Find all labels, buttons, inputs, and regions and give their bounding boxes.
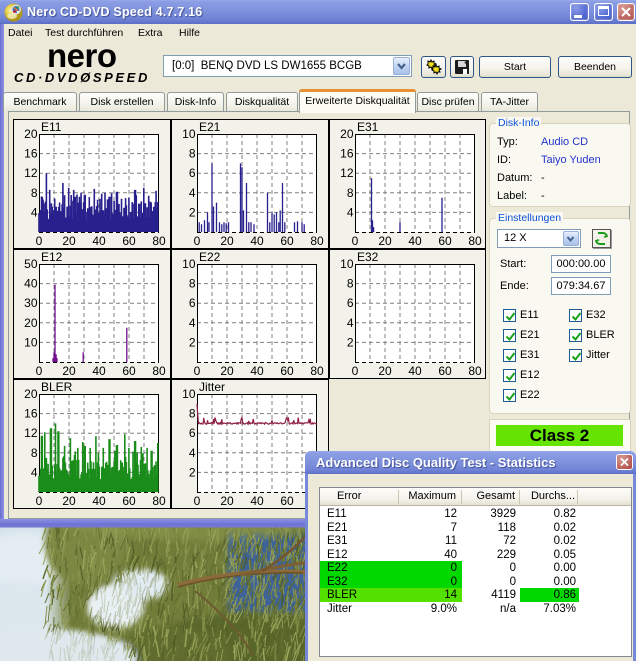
- svg-text:20: 20: [62, 494, 76, 508]
- svg-text:6: 6: [189, 296, 196, 310]
- svg-text:60: 60: [122, 234, 136, 248]
- svg-text:20: 20: [340, 127, 354, 141]
- svg-text:16: 16: [24, 407, 38, 421]
- svg-text:80: 80: [152, 494, 166, 508]
- svg-text:0: 0: [352, 234, 359, 248]
- svg-text:40: 40: [408, 234, 422, 248]
- svg-text:0: 0: [36, 494, 43, 508]
- svg-text:0: 0: [36, 234, 43, 248]
- svg-text:2: 2: [347, 335, 354, 349]
- svg-text:40: 40: [408, 364, 422, 378]
- svg-text:40: 40: [250, 364, 264, 378]
- svg-text:BLER: BLER: [41, 380, 73, 394]
- svg-text:60: 60: [122, 364, 136, 378]
- svg-text:6: 6: [189, 426, 196, 440]
- svg-text:4: 4: [31, 205, 38, 219]
- svg-text:E11: E11: [41, 120, 62, 134]
- svg-text:E21: E21: [199, 120, 221, 134]
- svg-text:12: 12: [24, 166, 38, 180]
- svg-text:20: 20: [24, 316, 38, 330]
- svg-text:Jitter: Jitter: [199, 380, 225, 394]
- svg-text:20: 20: [220, 494, 234, 508]
- svg-text:12: 12: [340, 166, 354, 180]
- svg-text:60: 60: [438, 234, 452, 248]
- svg-text:20: 20: [24, 127, 38, 141]
- svg-text:40: 40: [250, 234, 264, 248]
- svg-text:10: 10: [24, 335, 38, 349]
- svg-text:80: 80: [310, 234, 324, 248]
- svg-text:80: 80: [152, 364, 166, 378]
- svg-text:2: 2: [189, 465, 196, 479]
- svg-text:0: 0: [352, 364, 359, 378]
- svg-text:50: 50: [24, 257, 38, 271]
- svg-text:8: 8: [31, 186, 38, 200]
- svg-text:30: 30: [24, 296, 38, 310]
- svg-text:20: 20: [220, 234, 234, 248]
- svg-text:8: 8: [347, 186, 354, 200]
- svg-text:4: 4: [31, 465, 38, 479]
- svg-text:16: 16: [340, 147, 354, 161]
- svg-text:E31: E31: [357, 120, 379, 134]
- svg-text:80: 80: [468, 234, 482, 248]
- svg-text:4: 4: [189, 316, 196, 330]
- svg-text:2: 2: [189, 205, 196, 219]
- svg-text:60: 60: [438, 364, 452, 378]
- svg-text:4: 4: [189, 186, 196, 200]
- svg-text:20: 20: [378, 234, 392, 248]
- svg-text:40: 40: [250, 494, 264, 508]
- svg-text:6: 6: [347, 296, 354, 310]
- svg-text:10: 10: [340, 257, 354, 271]
- svg-text:40: 40: [92, 234, 106, 248]
- svg-text:2: 2: [189, 335, 196, 349]
- svg-text:8: 8: [189, 147, 196, 161]
- svg-text:10: 10: [182, 127, 196, 141]
- svg-text:8: 8: [189, 277, 196, 291]
- svg-text:0: 0: [194, 364, 201, 378]
- svg-text:80: 80: [468, 364, 482, 378]
- svg-text:20: 20: [62, 364, 76, 378]
- svg-text:60: 60: [122, 494, 136, 508]
- svg-text:4: 4: [347, 316, 354, 330]
- svg-text:E22: E22: [199, 250, 221, 264]
- svg-text:60: 60: [280, 234, 294, 248]
- svg-text:40: 40: [92, 364, 106, 378]
- svg-text:0: 0: [36, 364, 43, 378]
- svg-text:4: 4: [347, 205, 354, 219]
- svg-text:20: 20: [220, 364, 234, 378]
- svg-text:80: 80: [152, 234, 166, 248]
- svg-text:20: 20: [62, 234, 76, 248]
- svg-text:60: 60: [280, 364, 294, 378]
- svg-text:6: 6: [189, 166, 196, 180]
- svg-text:8: 8: [31, 446, 38, 460]
- svg-text:E32: E32: [357, 250, 379, 264]
- svg-text:80: 80: [310, 364, 324, 378]
- svg-text:40: 40: [24, 277, 38, 291]
- svg-text:E12: E12: [41, 250, 63, 264]
- svg-text:40: 40: [92, 494, 106, 508]
- svg-text:10: 10: [182, 387, 196, 401]
- svg-text:0: 0: [194, 234, 201, 248]
- svg-text:16: 16: [24, 147, 38, 161]
- svg-text:12: 12: [24, 426, 38, 440]
- svg-text:10: 10: [182, 257, 196, 271]
- svg-text:4: 4: [189, 446, 196, 460]
- svg-text:8: 8: [189, 407, 196, 421]
- svg-text:0: 0: [194, 494, 201, 508]
- svg-text:60: 60: [280, 494, 294, 508]
- svg-text:8: 8: [347, 277, 354, 291]
- svg-text:20: 20: [24, 387, 38, 401]
- svg-text:20: 20: [378, 364, 392, 378]
